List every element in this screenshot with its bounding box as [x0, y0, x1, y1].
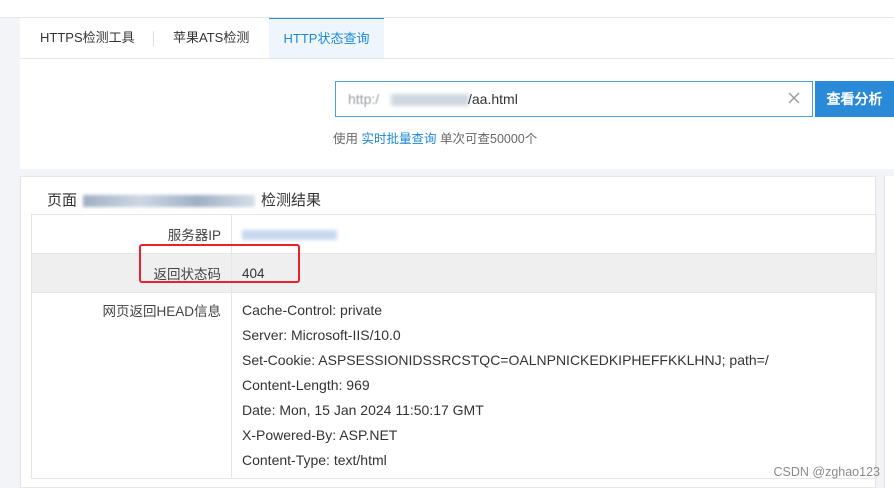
result-title: 页面 检测结果	[47, 189, 321, 210]
head-info-value: Cache-Control: private Server: Microsoft…	[231, 292, 877, 479]
batch-query-link[interactable]: 实时批量查询	[362, 132, 437, 146]
side-panel-edge	[884, 176, 894, 488]
result-table: 服务器IP 返回状态码 404 网页返回HEAD信息 Cache-Control…	[31, 214, 877, 479]
url-input[interactable]: http:/ /aa.html	[335, 81, 813, 117]
tab-http-status[interactable]: HTTP状态查询	[269, 18, 384, 58]
tab-divider	[153, 31, 154, 46]
search-panel: http:/ /aa.html 查看分析 使用 实时批量查询 单次可查50000…	[20, 59, 894, 169]
head-line: Server: Microsoft-IIS/10.0	[242, 327, 401, 343]
result-title-prefix: 页面	[47, 192, 78, 209]
server-ip-label: 服务器IP	[31, 214, 232, 254]
head-line: Cache-Control: private	[242, 302, 383, 318]
table-row: 服务器IP	[31, 214, 877, 254]
table-row: 返回状态码 404	[31, 253, 877, 293]
url-prefix-text: http:/	[348, 91, 380, 107]
checked-url-redacted	[83, 195, 256, 208]
batch-hint: 使用 实时批量查询 单次可查50000个	[333, 128, 537, 147]
hint-suffix: 单次可查50000个	[440, 132, 538, 146]
head-info-label: 网页返回HEAD信息	[31, 292, 232, 479]
watermark: CSDN @zghao123	[773, 465, 881, 479]
head-line: X-Powered-By: ASP.NET	[242, 427, 398, 443]
hint-prefix: 使用	[333, 132, 359, 146]
tab-bar: HTTPS检测工具 苹果ATS检测 HTTP状态查询	[20, 18, 894, 59]
table-row: 网页返回HEAD信息 Cache-Control: private Server…	[31, 292, 877, 479]
url-suffix-text: /aa.html	[468, 91, 518, 107]
status-code-value: 404	[231, 253, 877, 293]
close-icon[interactable]	[786, 90, 802, 106]
head-line: Content-Length: 969	[242, 377, 370, 393]
status-code-label: 返回状态码	[31, 253, 232, 293]
result-title-suffix: 检测结果	[261, 192, 322, 209]
head-line: Date: Mon, 15 Jan 2024 11:50:17 GMT	[242, 402, 484, 418]
server-ip-value	[231, 214, 877, 254]
result-panel: 页面 检测结果 服务器IP 返回状态码 404 网页返回HEAD信息 Cache-…	[20, 176, 877, 488]
head-line: Set-Cookie: ASPSESSIONIDSSRCSTQC=OALNPNI…	[242, 352, 769, 368]
server-ip-redacted	[242, 229, 337, 240]
tab-ats-check[interactable]: 苹果ATS检测	[173, 18, 249, 58]
bookmark-bar	[0, 0, 894, 18]
analyze-button[interactable]: 查看分析	[815, 81, 894, 117]
url-redacted	[391, 94, 469, 106]
tab-https-check[interactable]: HTTPS检测工具	[40, 18, 135, 58]
